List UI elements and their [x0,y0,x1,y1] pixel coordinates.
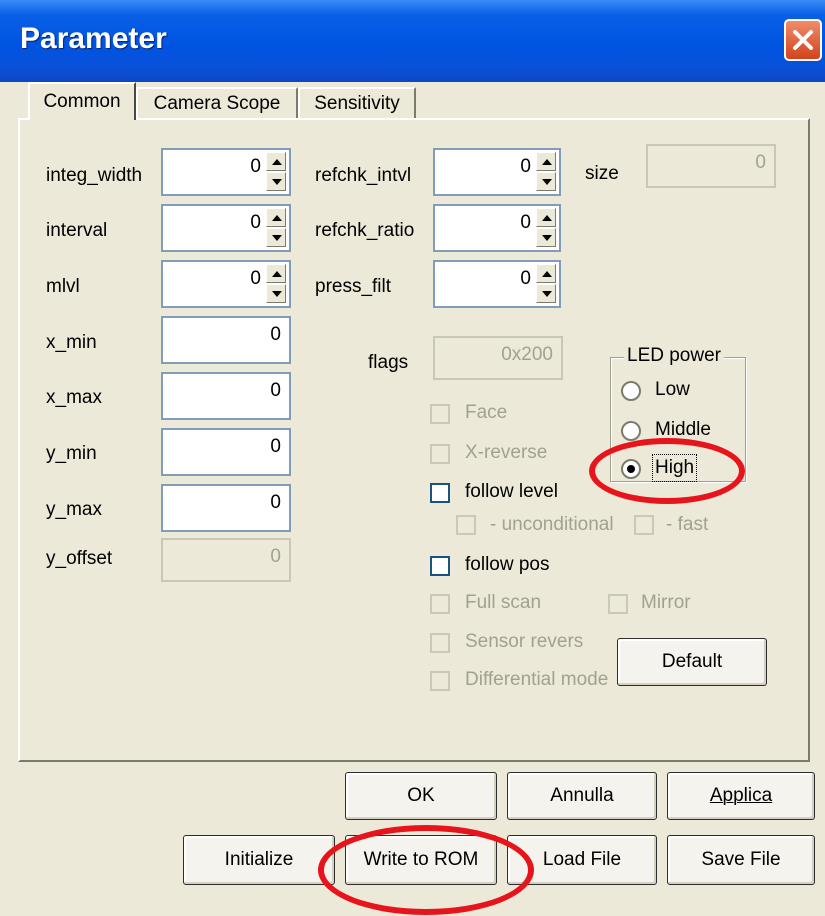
x-reverse-label: X-reverse [465,442,548,463]
interval-spinner[interactable] [266,208,286,248]
parameter-dialog: Parameter Common Camera Scope Sensitivit… [0,0,825,916]
led-middle-radio[interactable] [621,421,641,441]
integ-width-label: integ_width [46,165,143,186]
led-low-label[interactable]: Low [655,379,694,401]
title-bar[interactable]: Parameter [0,0,825,82]
default-button-label: Default [661,651,723,672]
cancel-button[interactable]: Annulla [507,772,657,820]
close-button[interactable] [784,19,822,61]
spin-down-button[interactable] [536,172,556,191]
apply-button-label: Applica [709,785,773,806]
refchk-ratio-spinner[interactable] [536,208,556,248]
spin-up-button[interactable] [266,152,286,171]
highlight-ring-high [589,438,745,504]
arrow-down-icon [542,291,552,297]
x-max-input[interactable]: 0 [161,372,291,420]
x-max-label: x_max [46,387,102,408]
mirror-checkbox [608,594,628,614]
refchk-intvl-label: refchk_intvl [315,165,412,186]
refchk-intvl-spinner[interactable] [536,152,556,192]
y-min-label: y_min [46,443,97,464]
integ-width-spinner[interactable] [266,152,286,192]
y-offset-label: y_offset [46,548,113,569]
size-label: size [585,163,619,184]
ok-button-label: OK [407,785,435,806]
full-scan-checkbox [430,594,450,614]
follow-level-checkbox[interactable] [430,483,450,503]
follow-level-label[interactable]: follow level [465,481,558,503]
follow-pos-checkbox[interactable] [430,556,450,576]
arrow-down-icon [272,235,282,241]
spin-up-button[interactable] [536,152,556,171]
save-file-button-label: Save File [701,849,781,870]
arrow-down-icon [272,179,282,185]
cancel-button-label: Annulla [550,785,614,806]
y-offset-input: 0 [161,538,291,582]
mirror-label: Mirror [641,592,691,613]
mlvl-label: mlvl [46,276,80,297]
apply-button[interactable]: Applica [667,772,815,820]
mlvl-spinner[interactable] [266,264,286,304]
tab-label: Sensitivity [314,93,400,114]
arrow-up-icon [542,271,552,277]
arrow-up-icon [542,159,552,165]
follow-pos-label[interactable]: follow pos [465,554,550,576]
refchk-ratio-label: refchk_ratio [315,220,415,241]
differential-mode-label: Differential mode [465,669,609,690]
spin-up-button[interactable] [266,208,286,227]
y-min-input[interactable]: 0 [161,428,291,476]
spin-down-button[interactable] [536,228,556,247]
spin-up-button[interactable] [266,264,286,283]
interval-label: interval [46,220,108,241]
ok-button[interactable]: OK [345,772,497,820]
tab-label: Camera Scope [153,93,281,114]
y-max-label: y_max [46,499,102,520]
flags-label: flags [368,352,409,373]
initialize-button[interactable]: Initialize [183,835,335,885]
x-min-label: x_min [46,332,97,353]
arrow-up-icon [542,215,552,221]
save-file-button[interactable]: Save File [667,835,815,885]
spin-down-button[interactable] [536,284,556,303]
tab-camera-scope[interactable]: Camera Scope [136,87,298,119]
close-icon [793,30,813,50]
tab-sensitivity[interactable]: Sensitivity [298,87,416,119]
tab-label: Common [43,91,121,112]
unconditional-label: - unconditional [490,514,614,535]
window-title: Parameter [20,22,167,55]
spin-up-button[interactable] [536,208,556,227]
arrow-up-icon [272,271,282,277]
arrow-down-icon [272,291,282,297]
face-checkbox [430,404,450,424]
arrow-down-icon [542,235,552,241]
press-filt-label: press_filt [315,276,392,297]
sensor-revers-checkbox [430,633,450,653]
highlight-ring-write-rom [318,825,534,915]
x-reverse-checkbox [430,444,450,464]
spin-down-button[interactable] [266,172,286,191]
flags-input: 0x200 [433,336,563,380]
spin-down-button[interactable] [266,228,286,247]
y-max-input[interactable]: 0 [161,484,291,532]
tab-common[interactable]: Common [28,82,136,120]
face-label: Face [465,402,508,423]
spin-down-button[interactable] [266,284,286,303]
size-input: 0 [646,144,776,188]
x-min-input[interactable]: 0 [161,316,291,364]
fast-checkbox [634,515,654,535]
sensor-revers-label: Sensor revers [465,631,584,652]
arrow-up-icon [272,215,282,221]
press-filt-spinner[interactable] [536,264,556,304]
fast-label: - fast [666,514,709,535]
full-scan-label: Full scan [465,592,542,613]
default-button[interactable]: Default [617,638,767,686]
led-power-label: LED power [624,345,724,367]
initialize-button-label: Initialize [224,849,294,870]
led-low-radio[interactable] [621,381,641,401]
spin-up-button[interactable] [536,264,556,283]
unconditional-checkbox [456,515,476,535]
arrow-down-icon [542,179,552,185]
arrow-up-icon [272,159,282,165]
differential-mode-checkbox [430,671,450,691]
